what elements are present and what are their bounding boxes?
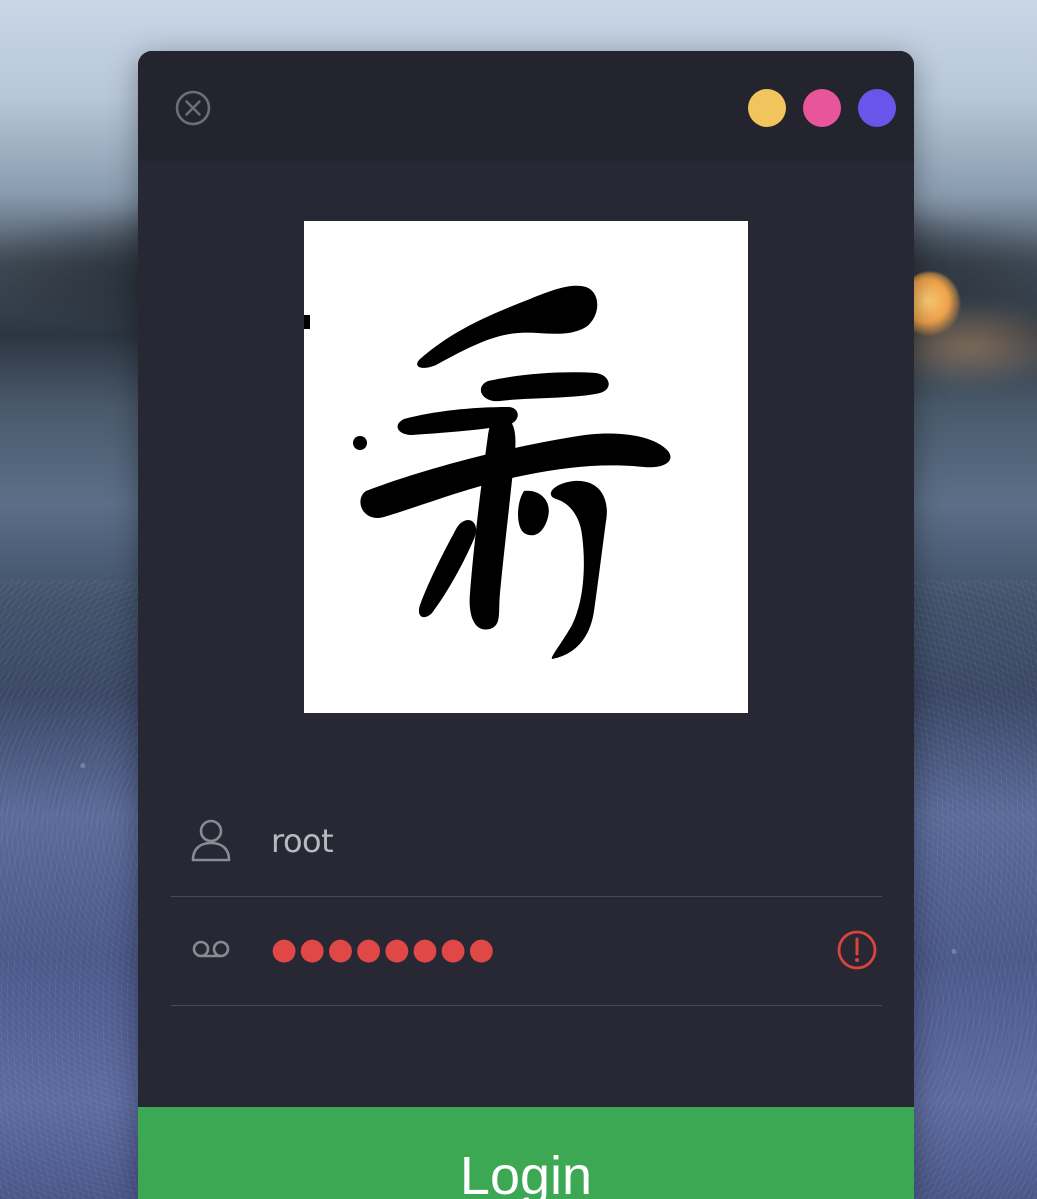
username-input[interactable]: root	[271, 816, 334, 866]
yellow-dot-button[interactable]	[748, 89, 786, 127]
login-dialog: root ●●●●●●●● Login	[138, 51, 914, 1199]
login-button[interactable]: Login	[138, 1107, 914, 1199]
password-field[interactable]: ●●●●●●●●	[171, 915, 882, 1006]
window-dots	[748, 89, 896, 127]
user-icon	[187, 816, 235, 864]
purple-dot-button[interactable]	[858, 89, 896, 127]
username-field[interactable]: root	[171, 806, 882, 897]
title-bar	[138, 51, 914, 161]
password-input[interactable]: ●●●●●●●●	[271, 925, 496, 975]
voicemail-icon	[187, 925, 235, 973]
warning-circle-icon	[836, 929, 878, 971]
pink-dot-button[interactable]	[803, 89, 841, 127]
calligraphy-logo	[304, 221, 748, 713]
close-icon[interactable]	[174, 89, 212, 127]
